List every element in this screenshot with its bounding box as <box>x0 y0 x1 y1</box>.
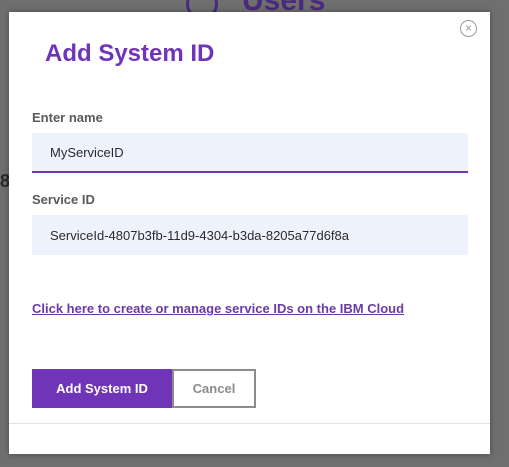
add-system-id-dialog: × Add System ID Enter name Service ID Cl… <box>9 12 490 454</box>
service-id-input[interactable] <box>32 215 468 255</box>
background-header: Users <box>0 0 509 12</box>
cancel-button[interactable]: Cancel <box>172 369 256 408</box>
name-input[interactable] <box>32 133 468 173</box>
footer-divider <box>9 423 490 424</box>
close-icon[interactable]: × <box>460 20 477 37</box>
dialog-title: Add System ID <box>45 40 215 67</box>
background-page-title: Users <box>242 0 325 12</box>
name-field-label: Enter name <box>32 110 103 125</box>
manage-service-ids-link[interactable]: Click here to create or manage service I… <box>32 301 404 317</box>
user-icon <box>186 0 218 12</box>
add-system-id-button[interactable]: Add System ID <box>32 369 172 408</box>
service-id-field-label: Service ID <box>32 192 95 207</box>
